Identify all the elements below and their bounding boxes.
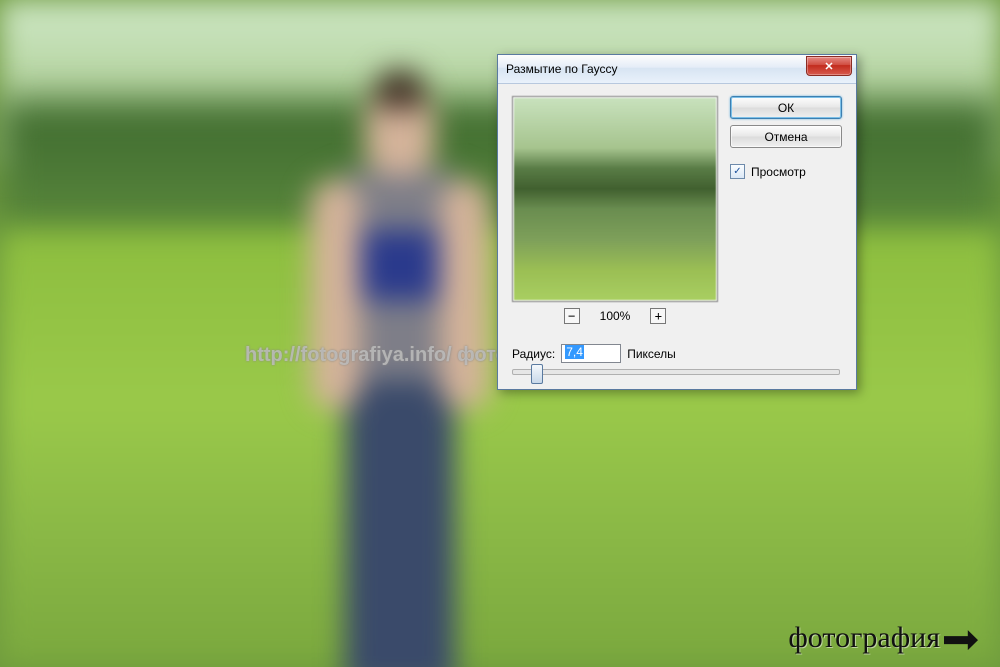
zoom-out-button[interactable]: − [564, 308, 580, 324]
ok-button[interactable]: ОК [730, 96, 842, 119]
minus-icon: − [568, 310, 575, 322]
plus-icon: + [655, 310, 662, 322]
radius-input[interactable]: 7,4 [561, 344, 621, 363]
cancel-button[interactable]: Отмена [730, 125, 842, 148]
preview-checkbox-label: Просмотр [751, 165, 806, 179]
close-icon: ✕ [824, 60, 833, 73]
site-logo: фотография [788, 621, 978, 655]
dialog-titlebar[interactable]: Размытие по Гауссу ✕ [498, 55, 856, 84]
preview-checkbox[interactable]: ✓ [730, 164, 745, 179]
gaussian-blur-dialog: Размытие по Гауссу ✕ ОК Отмена ✓ Просмот… [497, 54, 857, 390]
dialog-title: Размытие по Гауссу [498, 62, 617, 76]
preview-area[interactable] [512, 96, 718, 302]
radius-slider-thumb[interactable] [531, 364, 543, 384]
zoom-level-label: 100% [600, 309, 631, 323]
radius-label: Радиус: [512, 347, 555, 361]
zoom-in-button[interactable]: + [650, 308, 666, 324]
radius-unit-label: Пикселы [627, 347, 676, 361]
radius-slider[interactable] [512, 369, 840, 375]
close-button[interactable]: ✕ [806, 56, 852, 76]
